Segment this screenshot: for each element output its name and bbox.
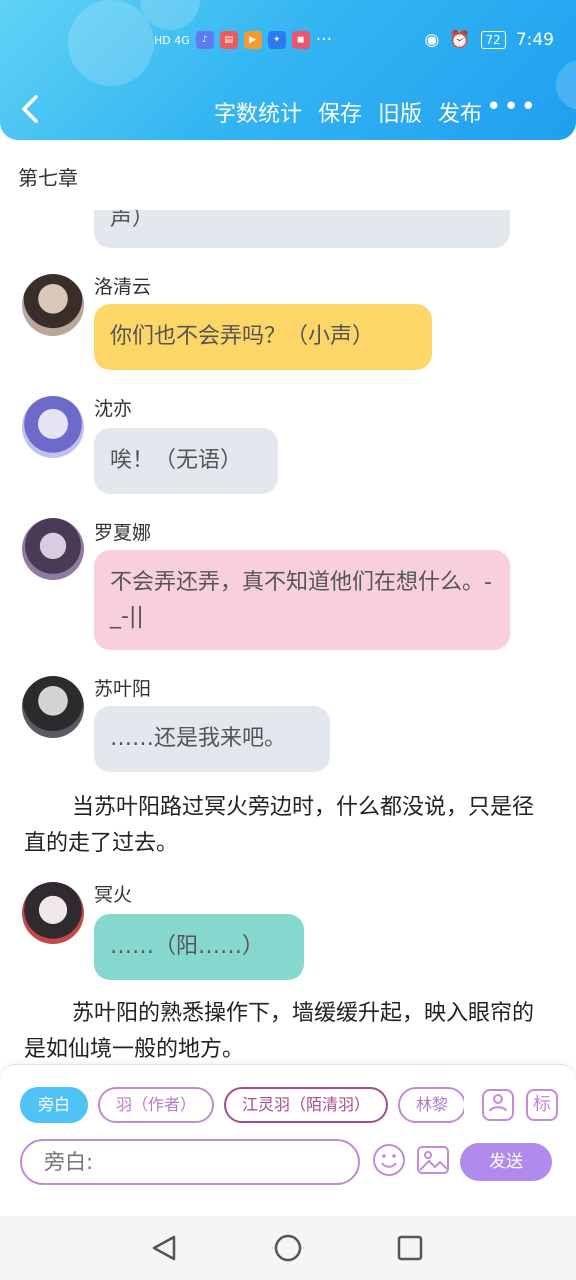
system-navigation-bar xyxy=(0,1216,576,1280)
message-bubble[interactable]: ……（阳……） xyxy=(94,914,304,980)
message-text: ……（阳……） xyxy=(110,934,265,959)
speaker-name: 冥火 xyxy=(94,884,133,906)
message-bubble[interactable]: 声） xyxy=(94,210,510,248)
nav-recents-icon[interactable] xyxy=(396,1234,424,1266)
speaker-name: 洛清云 xyxy=(94,276,152,298)
message-bubble[interactable]: 不会弄还弄，真不知道他们在想什么。-_-|| xyxy=(94,550,510,650)
music-app-icon: ♪ xyxy=(195,31,214,49)
message-input-box[interactable] xyxy=(20,1139,360,1185)
back-icon[interactable] xyxy=(20,94,40,132)
nav-home-icon[interactable] xyxy=(274,1234,302,1266)
send-button[interactable]: 发送 xyxy=(460,1143,552,1181)
narration-text[interactable]: 当苏叶阳路过冥火旁边时，什么都没说，只是径直的走了过去。 xyxy=(24,790,544,862)
message-bubble[interactable]: 唉！（无语） xyxy=(94,428,278,494)
avatar[interactable] xyxy=(22,676,84,738)
save-button[interactable]: 保存 xyxy=(318,96,362,128)
speaker-name: 沈亦 xyxy=(94,398,133,420)
role-chip-lin-li[interactable]: 林黎 xyxy=(398,1087,464,1123)
message-text: 不会弄还弄，真不知道他们在想什么。-_-|| xyxy=(110,570,492,629)
signal-indicator: HD 4G xyxy=(154,33,190,47)
avatar[interactable] xyxy=(22,882,84,944)
message-bubble[interactable]: ……还是我来吧。 xyxy=(94,706,330,772)
role-chip-author[interactable]: 羽（作者） xyxy=(98,1087,215,1123)
image-icon[interactable] xyxy=(416,1143,450,1177)
old-version-button[interactable]: 旧版 xyxy=(378,96,422,128)
video-app-icon: ▶ xyxy=(243,31,262,49)
emoji-icon[interactable] xyxy=(372,1143,406,1177)
message-bubble[interactable]: 你们也不会弄吗？（小声） xyxy=(94,304,432,370)
eye-icon: ◉ xyxy=(424,30,440,50)
speaker-name: 苏叶阳 xyxy=(94,678,152,700)
compose-panel: 旁白羽（作者）江灵羽（陌清羽）林黎 标 发送 xyxy=(0,1064,576,1217)
avatar[interactable] xyxy=(22,274,84,336)
role-chip-narrator[interactable]: 旁白 xyxy=(20,1087,89,1123)
nav-back-icon[interactable] xyxy=(150,1234,178,1266)
avatar[interactable] xyxy=(22,518,84,580)
avatar[interactable] xyxy=(22,396,84,458)
more-notifications: ··· xyxy=(315,30,332,50)
add-role-icon[interactable] xyxy=(482,1089,514,1121)
speaker-name: 罗夏娜 xyxy=(94,522,152,544)
publish-button[interactable]: 发布 xyxy=(438,96,482,128)
message-text: 唉！（无语） xyxy=(110,448,243,473)
alarm-icon: ⏰ xyxy=(449,30,471,50)
app-header: HD 4G ♪ ▤ ▶ ✦ ◼ ··· ◉ ⏰ 72 7:49 字数统计 保存 … xyxy=(0,0,576,140)
word-count-button[interactable]: 字数统计 xyxy=(214,96,302,128)
battery-indicator: 72 xyxy=(480,31,506,49)
role-chip-jiang-lingyu[interactable]: 江灵羽（陌清羽） xyxy=(224,1087,389,1123)
role-selector: 旁白 羽（作者） 江灵羽（陌清羽） 林黎 xyxy=(20,1087,464,1127)
status-bar: HD 4G ♪ ▤ ▶ ✦ ◼ ··· ◉ ⏰ 72 7:49 xyxy=(0,26,576,60)
top-toolbar: 字数统计 保存 旧版 发布 ••• xyxy=(0,84,576,140)
narration-text[interactable]: 苏叶阳的熟悉操作下，墙缓缓升起，映入眼帘的是如仙境一般的地方。 xyxy=(24,996,544,1068)
shop-app-icon: ◼ xyxy=(291,31,310,49)
message-text: ……还是我来吧。 xyxy=(110,726,287,751)
chapter-title: 第七章 xyxy=(18,166,78,190)
more-menu-icon[interactable]: ••• xyxy=(486,92,538,122)
clock: 7:49 xyxy=(515,30,554,50)
book-app-icon: ▤ xyxy=(219,31,238,49)
bulb-app-icon: ✦ xyxy=(267,31,286,49)
mark-button[interactable]: 标 xyxy=(526,1089,558,1121)
message-text: 你们也不会弄吗？（小声） xyxy=(110,324,375,349)
message-input[interactable] xyxy=(42,1141,346,1183)
message-text: 声） xyxy=(110,210,155,231)
